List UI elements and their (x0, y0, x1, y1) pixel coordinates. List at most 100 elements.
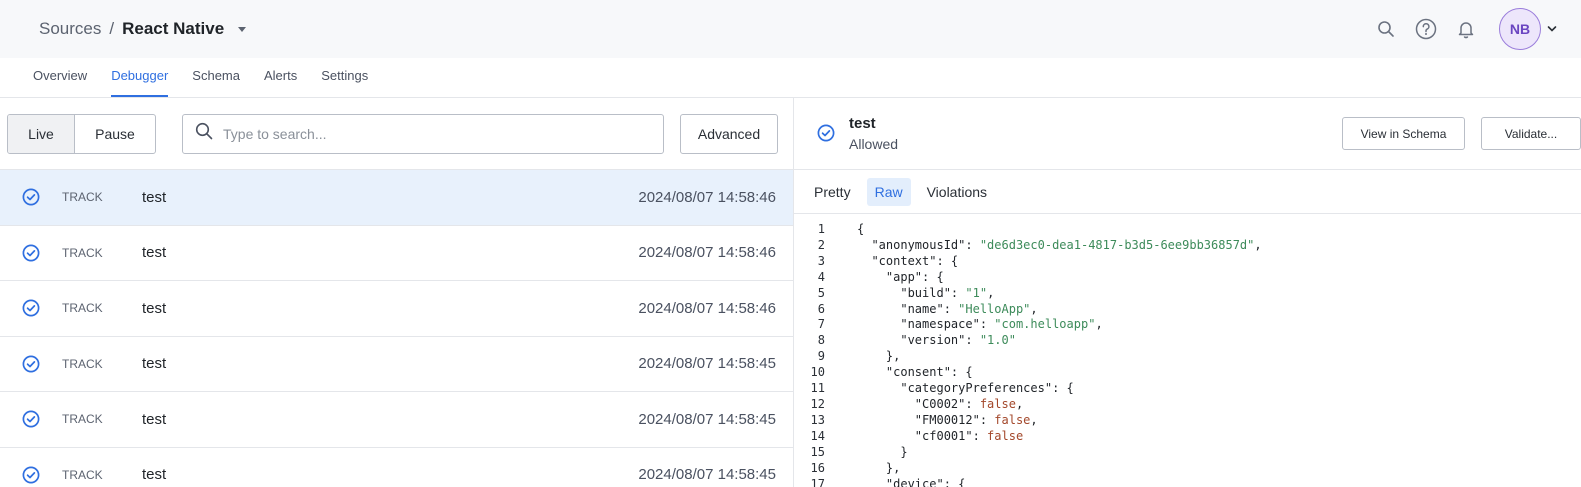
source-tabs: Overview Debugger Schema Alerts Settings (0, 58, 1581, 98)
code-token: , (1015, 396, 1024, 411)
code-line: 13 "FM00012": false, (794, 413, 1581, 429)
code-text: "app": { (825, 270, 944, 286)
detail-tabs: Pretty Raw Violations (794, 170, 1581, 214)
code-line: 11 "categoryPreferences": { (794, 381, 1581, 397)
tab-raw[interactable]: Raw (866, 177, 911, 206)
code-token: }, (857, 349, 901, 364)
code-token: "1.0" (979, 333, 1016, 348)
event-list: TRACK test 2024/08/07 14:58:46 TRACK test 202… (0, 170, 793, 487)
detail-status: Allowed (849, 136, 899, 152)
tab-pretty[interactable]: Pretty (806, 178, 859, 206)
line-number: 16 (810, 460, 825, 475)
help-icon[interactable] (1415, 18, 1437, 40)
code-token: "build": (857, 285, 966, 300)
line-number: 15 (810, 444, 825, 459)
event-name: test (142, 188, 167, 206)
top-actions: NB (1375, 0, 1581, 58)
detail-header: test Allowed View in Schema Validate... (794, 98, 1581, 170)
code-token: , (1030, 301, 1038, 316)
pause-button[interactable]: Pause (75, 115, 155, 153)
code-token: false (979, 396, 1016, 411)
code-token: "FM00012": (857, 412, 995, 427)
code-token: "context": { (857, 253, 959, 268)
event-detail-panel: test Allowed View in Schema Validate... … (794, 98, 1581, 487)
code-token: "HelloApp" (958, 301, 1031, 316)
event-type: TRACK (62, 245, 103, 260)
code-line: 2 "anonymousId": "de6d3ec0-dea1-4817-b3d… (794, 238, 1581, 254)
debugger-main: Live Pause Advanced TRACK test 2024/08/07 … (0, 98, 1581, 487)
chevron-down-icon[interactable] (1547, 20, 1557, 38)
code-text: { (825, 222, 864, 238)
search-box (182, 113, 664, 154)
search-icon (195, 122, 213, 145)
search-icon[interactable] (1375, 18, 1397, 40)
code-line: 9 }, (794, 349, 1581, 365)
code-token: , (1095, 317, 1103, 332)
tab-overview[interactable]: Overview (33, 68, 87, 97)
code-token: "app": { (857, 269, 944, 284)
code-text: "consent": { (825, 365, 973, 381)
code-text: }, (825, 461, 900, 477)
check-circle-icon (22, 466, 40, 484)
code-line: 3 "context": { (794, 254, 1581, 270)
event-list-panel: Live Pause Advanced TRACK test 2024/08/07 … (0, 98, 794, 487)
code-line: 14 "cf0001": false (794, 429, 1581, 445)
line-number: 9 (817, 349, 825, 364)
code-line: 15 } (794, 445, 1581, 461)
event-row[interactable]: TRACK test 2024/08/07 14:58:46 (0, 281, 793, 337)
tab-settings[interactable]: Settings (321, 68, 368, 97)
line-number: 17 (810, 476, 825, 487)
tab-schema[interactable]: Schema (192, 68, 240, 97)
line-number: 3 (817, 253, 825, 268)
event-timestamp: 2024/08/07 14:58:45 (638, 466, 776, 484)
code-text: "build": "1", (825, 286, 994, 302)
line-number: 14 (810, 428, 825, 443)
event-row[interactable]: TRACK test 2024/08/07 14:58:46 (0, 170, 793, 226)
view-in-schema-button[interactable]: View in Schema (1342, 117, 1465, 150)
event-row[interactable]: TRACK test 2024/08/07 14:58:46 (0, 226, 793, 281)
line-number: 12 (810, 396, 825, 411)
tab-alerts[interactable]: Alerts (264, 68, 297, 97)
event-row[interactable]: TRACK test 2024/08/07 14:58:45 (0, 392, 793, 448)
code-text: "version": "1.0" (825, 333, 1016, 349)
bell-icon[interactable] (1455, 18, 1477, 40)
code-line: 6 "name": "HelloApp", (794, 302, 1581, 318)
code-token: "com.helloapp" (994, 317, 1096, 332)
tab-debugger[interactable]: Debugger (111, 68, 169, 97)
line-number: 10 (810, 365, 825, 380)
code-text: "name": "HelloApp", (825, 301, 1038, 318)
line-number: 11 (810, 381, 825, 396)
code-line: 16 }, (794, 461, 1581, 477)
check-circle-icon (22, 299, 40, 317)
code-token: "categoryPreferences": { (857, 381, 1074, 396)
code-text: } (825, 445, 907, 461)
code-text: "anonymousId": "de6d3ec0-dea1-4817-b3d5-… (825, 238, 1261, 254)
code-token: "namespace": (857, 317, 995, 332)
event-type: TRACK (62, 356, 103, 371)
event-timestamp: 2024/08/07 14:58:45 (638, 355, 776, 373)
code-token: }, (857, 460, 901, 475)
code-text: "context": { (825, 254, 958, 270)
validate-button[interactable]: Validate... (1481, 117, 1581, 150)
search-input[interactable] (223, 125, 643, 142)
line-number: 1 (817, 222, 825, 236)
breadcrumb-parent[interactable]: Sources (39, 19, 101, 39)
code-token: "C0002": (857, 396, 980, 411)
code-token: false (987, 428, 1024, 443)
live-button[interactable]: Live (8, 114, 75, 153)
event-row[interactable]: TRACK test 2024/08/07 14:58:45 (0, 448, 793, 487)
event-type: TRACK (62, 301, 103, 316)
raw-json-viewer[interactable]: 1{2 "anonymousId": "de6d3ec0-dea1-4817-b… (794, 214, 1581, 487)
event-row[interactable]: TRACK test 2024/08/07 14:58:45 (0, 337, 793, 392)
breadcrumb-current: React Native (122, 19, 225, 38)
code-line: 4 "app": { (794, 270, 1581, 286)
code-line: 1{ (794, 222, 1581, 238)
tab-violations[interactable]: Violations (919, 178, 995, 206)
event-type: TRACK (62, 412, 103, 427)
advanced-button[interactable]: Advanced (680, 113, 778, 154)
code-token: { (857, 222, 865, 236)
breadcrumb-separator: / (109, 19, 115, 38)
line-number: 5 (817, 285, 825, 300)
avatar[interactable]: NB (1499, 8, 1541, 50)
source-dropdown-caret-icon[interactable] (238, 26, 247, 32)
